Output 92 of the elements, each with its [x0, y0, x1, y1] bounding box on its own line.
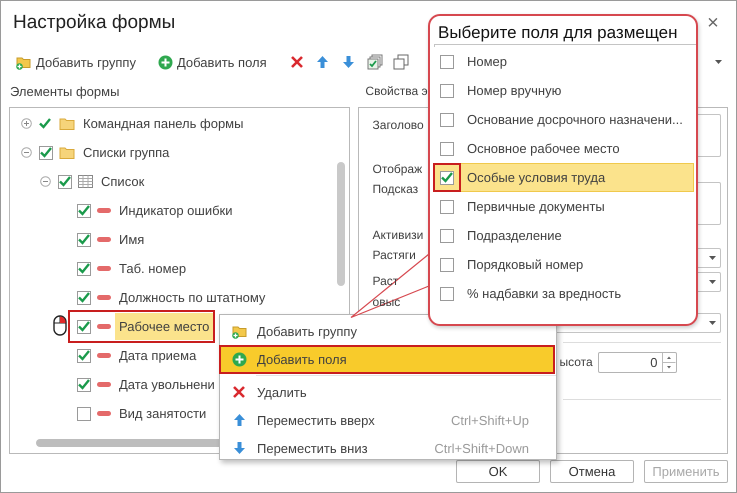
- tree-item[interactable]: Индикатор ошибки: [115, 197, 236, 224]
- tree-item[interactable]: Таб. номер: [115, 255, 190, 282]
- tree-item[interactable]: Должность по штатному: [115, 284, 270, 311]
- field-icon: [97, 352, 111, 358]
- property-label: Растяги: [372, 248, 416, 262]
- tree-item[interactable]: Списки группа: [79, 139, 174, 166]
- checkbox[interactable]: [77, 232, 91, 246]
- list-item[interactable]: Порядковый номер: [435, 250, 694, 279]
- dialog-button[interactable]: OK: [456, 460, 540, 483]
- checkbox[interactable]: [77, 320, 91, 334]
- field-icon: [97, 382, 111, 388]
- checkbox[interactable]: [440, 286, 454, 300]
- list-item[interactable]: Основание досрочного назначени...: [435, 105, 694, 134]
- toolbar-button[interactable]: Добавить поля: [158, 54, 267, 70]
- property-label: Заголово: [372, 118, 424, 132]
- collapse-icon[interactable]: [20, 147, 32, 158]
- menu-item[interactable]: Переместить вниз Ctrl+Shift+Down: [221, 434, 555, 462]
- checkmark-icon[interactable]: [39, 118, 53, 129]
- property-label: Отображ: [372, 162, 422, 176]
- field-icon: [97, 410, 111, 416]
- caret-icon: [709, 321, 716, 325]
- checkbox[interactable]: [77, 378, 91, 392]
- mouse-icon: [53, 315, 67, 336]
- menu-item[interactable]: Переместить вверх Ctrl+Shift+Up: [221, 406, 555, 434]
- folder-icon: [59, 146, 75, 159]
- menu-item[interactable]: Добавить поля: [221, 345, 555, 373]
- checkbox[interactable]: [58, 174, 72, 188]
- tree-item[interactable]: Командная панель формы: [79, 110, 248, 137]
- field-icon: [97, 266, 111, 272]
- checkbox[interactable]: [77, 406, 91, 420]
- list-item[interactable]: Номер вручную: [435, 76, 694, 105]
- checkbox[interactable]: [77, 290, 91, 304]
- tree-item[interactable]: Вид занятости: [115, 400, 210, 427]
- checkbox[interactable]: [440, 112, 454, 126]
- property-label: Активизи: [372, 228, 424, 242]
- number-field[interactable]: 0: [598, 352, 677, 372]
- arrow-up-icon: [232, 413, 246, 427]
- panel-title: Свойства э: [365, 84, 428, 98]
- checkbox[interactable]: [440, 258, 454, 272]
- folder-icon: [59, 117, 75, 130]
- shortcut-label: Ctrl+Shift+Down: [434, 440, 530, 456]
- folder-add-icon: [15, 54, 32, 70]
- table-icon: [78, 175, 93, 188]
- list-item[interactable]: Особые условия труда: [435, 163, 694, 192]
- checkbox[interactable]: [77, 262, 91, 276]
- toolbar-button[interactable]: Добавить группу: [15, 54, 136, 70]
- checkbox[interactable]: [440, 142, 454, 156]
- menu-item[interactable]: Добавить группу: [221, 317, 555, 345]
- panel-title: Элементы формы: [10, 84, 120, 98]
- field-icon: [97, 294, 111, 300]
- popup-title: Выберите поля для размещен: [437, 22, 678, 44]
- add-icon: [158, 54, 173, 70]
- list-item[interactable]: Номер: [435, 47, 694, 76]
- checkbox[interactable]: [440, 84, 454, 98]
- list-item[interactable]: Первичные документы: [435, 192, 694, 221]
- checkbox[interactable]: [39, 146, 53, 160]
- folder-add-icon: [230, 324, 248, 338]
- shortcut-label: Ctrl+Shift+Up: [450, 412, 530, 428]
- window-title: Настройка формы: [13, 12, 176, 34]
- dialog-button[interactable]: Отмена: [550, 460, 634, 483]
- list-item[interactable]: Основное рабочее место: [435, 134, 694, 163]
- add-icon: [232, 352, 246, 366]
- delete-icon: [232, 385, 246, 399]
- checkbox[interactable]: [440, 54, 454, 68]
- checkbox[interactable]: [77, 348, 91, 362]
- caret-icon: [709, 280, 716, 284]
- arrow-up-icon: [316, 55, 330, 69]
- tree-item[interactable]: Имя: [115, 226, 148, 253]
- collapse-icon[interactable]: [40, 176, 50, 187]
- arrow-down-icon: [232, 441, 246, 455]
- checkbox[interactable]: [77, 204, 91, 218]
- field-icon: [97, 236, 111, 242]
- spinner-icon[interactable]: [662, 352, 676, 372]
- expand-icon[interactable]: [20, 118, 32, 129]
- property-label: ысота: [560, 355, 593, 369]
- caret-icon[interactable]: [715, 60, 722, 64]
- menu-item[interactable]: Удалить: [221, 378, 555, 406]
- tree-item[interactable]: Дата увольнени: [115, 371, 219, 398]
- tree-item[interactable]: Список: [97, 168, 148, 195]
- field-icon: [97, 208, 111, 214]
- checkbox[interactable]: [440, 228, 454, 242]
- list-item[interactable]: % надбавки за вредность: [435, 279, 694, 308]
- list-item[interactable]: Подразделение: [435, 221, 694, 250]
- tree-item[interactable]: Рабочее место: [115, 313, 214, 340]
- field-icon: [97, 324, 111, 330]
- arrow-down-icon: [342, 55, 356, 69]
- checkbox[interactable]: [440, 170, 454, 184]
- checkbox[interactable]: [440, 200, 454, 214]
- tree-item[interactable]: Дата приема: [115, 342, 200, 369]
- close-button[interactable]: ×: [704, 12, 722, 34]
- property-label: Подсказ: [372, 182, 418, 196]
- caret-icon: [709, 256, 716, 260]
